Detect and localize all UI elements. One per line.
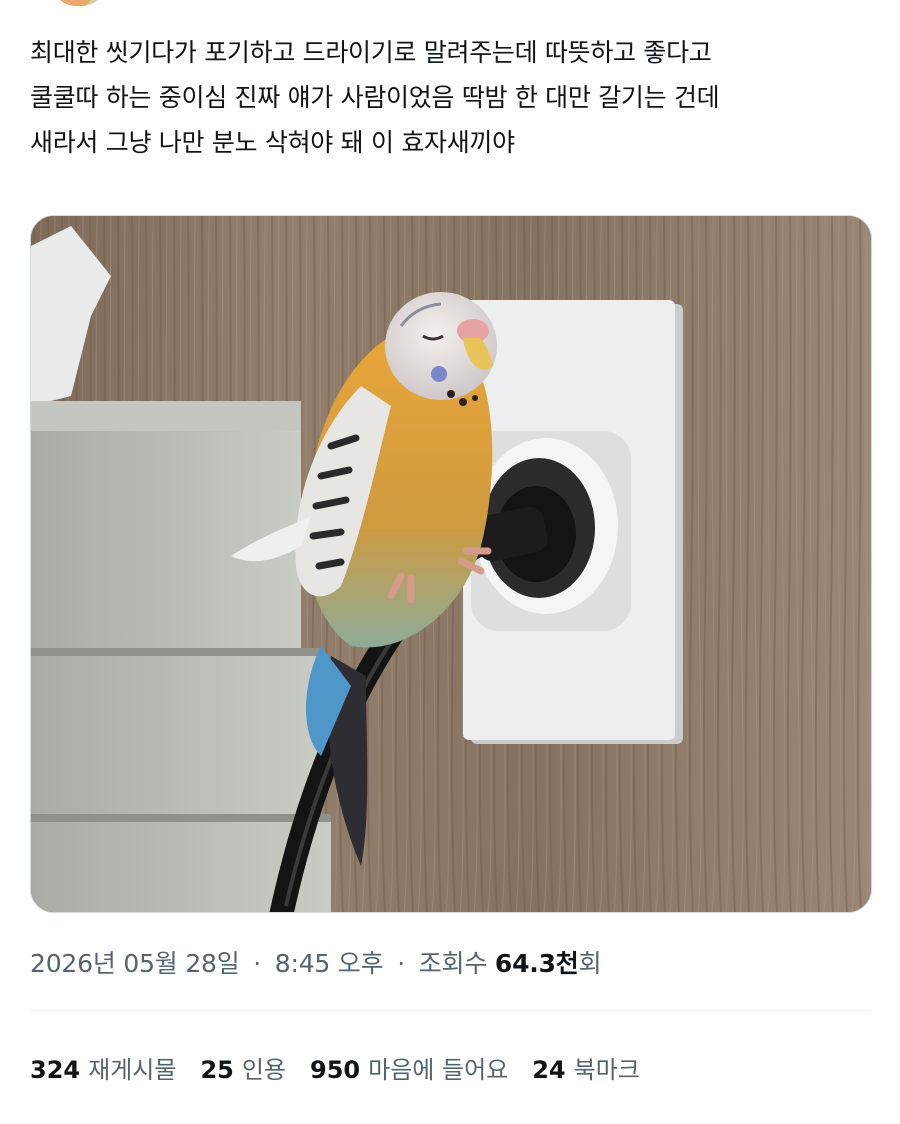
likes-stat[interactable]: 950 마음에 들어요: [310, 1050, 508, 1085]
divider: [30, 1010, 870, 1011]
parakeet-photo-image: [31, 216, 871, 912]
views-label: 조회수: [418, 949, 488, 978]
post-time[interactable]: 8:45 오후: [275, 949, 384, 978]
quotes-stat[interactable]: 25 인용: [200, 1050, 286, 1085]
meta-separator: ·: [397, 949, 405, 978]
bookmarks-label: 북마크: [573, 1056, 640, 1084]
post-date[interactable]: 2026년 05월 28일: [30, 949, 240, 978]
bookmarks-stat[interactable]: 24 북마크: [532, 1050, 640, 1085]
likes-count: 950: [310, 1056, 361, 1084]
views-suffix: 회: [578, 949, 602, 978]
quotes-label: 인용: [241, 1056, 287, 1084]
meta-separator: ·: [253, 949, 262, 978]
engagement-stats: 324 재게시물 25 인용 950 마음에 들어요 24 북마크: [30, 1050, 640, 1085]
tweet-photo[interactable]: [30, 215, 872, 913]
views-count: 64.3천: [494, 949, 579, 978]
avatar[interactable]: [52, 0, 106, 6]
quotes-count: 25: [200, 1056, 234, 1084]
reposts-label: 재게시물: [88, 1056, 177, 1084]
likes-label: 마음에 들어요: [368, 1056, 509, 1084]
tweet-text: 최대한 씻기다가 포기하고 드라이기로 말려주는데 따뜻하고 좋다고 쿨쿨따 하…: [30, 38, 720, 157]
tweet-meta: 2026년 05월 28일 · 8:45 오후 · 조회수 64.3천회: [30, 944, 602, 980]
reposts-stat[interactable]: 324 재게시물: [30, 1050, 176, 1085]
reposts-count: 324: [30, 1056, 81, 1084]
bookmarks-count: 24: [532, 1056, 566, 1084]
